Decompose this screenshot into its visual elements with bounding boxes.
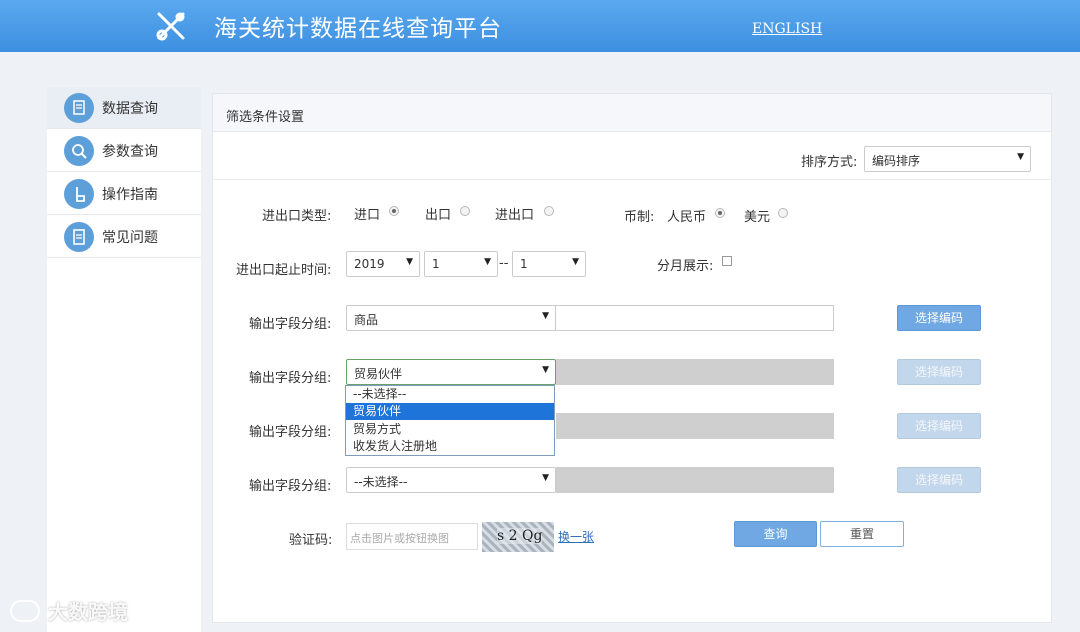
sidebar-item-label: 数据查询: [102, 101, 158, 117]
clipboard-icon: [64, 222, 94, 252]
dropdown-option-trade-mode[interactable]: 贸易方式: [346, 421, 554, 438]
end-month-value: 1: [520, 257, 528, 271]
dropdown-option-unselected[interactable]: --未选择--: [346, 386, 554, 403]
year-select-value: 2019: [354, 257, 385, 271]
output-group-3-code-field: [556, 413, 834, 439]
radio-rmb-label: 人民币: [667, 210, 707, 225]
sort-select[interactable]: 编码排序 ▼: [864, 146, 1031, 172]
query-button[interactable]: 查询: [734, 521, 817, 547]
radio-export-label: 出口: [425, 208, 452, 223]
year-select[interactable]: 2019 ▼: [346, 251, 420, 277]
chevron-down-icon: ▼: [542, 365, 549, 375]
sidebar-item-guide[interactable]: 操作指南: [47, 173, 201, 215]
chevron-down-icon: ▼: [542, 473, 549, 483]
sidebar-item-label: 参数查询: [102, 144, 158, 160]
output-group-2-label: 输出字段分组:: [249, 371, 332, 386]
select-code-button-1[interactable]: 选择编码: [897, 305, 981, 331]
radio-import-export-label: 进出口: [495, 208, 535, 223]
radio-usd-label: 美元: [744, 210, 771, 225]
output-group-2-select[interactable]: 贸易伙伴 ▼: [346, 359, 556, 385]
currency-label: 币制:: [624, 210, 655, 225]
captcha-refresh-link[interactable]: 换一张: [558, 528, 594, 545]
output-group-4-label: 输出字段分组:: [249, 479, 332, 494]
chevron-down-icon: ▼: [1017, 152, 1024, 162]
sidebar-item-faq[interactable]: 常见问题: [47, 216, 201, 258]
select-code-button-3[interactable]: 选择编码: [897, 413, 981, 439]
period-separator: --: [499, 256, 509, 271]
document-search-icon: [64, 93, 94, 123]
output-group-1-value: 商品: [354, 313, 379, 327]
sort-select-value: 编码排序: [872, 154, 921, 168]
panel-title: 筛选条件设置: [226, 110, 305, 125]
output-group-1-code-field[interactable]: [555, 305, 834, 331]
sidebar-item-label: 常见问题: [102, 230, 158, 246]
radio-import-export[interactable]: [544, 206, 554, 216]
chevron-down-icon: ▼: [484, 257, 491, 267]
radio-import[interactable]: [389, 206, 399, 216]
crossed-tools-logo-icon: [156, 12, 185, 41]
output-group-2-value: 贸易伙伴: [354, 367, 403, 381]
radio-usd[interactable]: [778, 208, 788, 218]
magnifier-icon: [64, 136, 94, 166]
watermark-text: 大数跨境: [48, 600, 128, 624]
captcha-label: 验证码:: [289, 533, 333, 548]
output-group-1-label: 输出字段分组:: [249, 317, 332, 332]
monthly-label: 分月展示:: [657, 259, 714, 274]
captcha-image[interactable]: s 2 Qg: [482, 522, 554, 552]
chevron-down-icon: ▼: [406, 257, 413, 267]
sidebar-item-label: 操作指南: [102, 187, 158, 203]
dropdown-option-consignee-location[interactable]: 收发货人注册地: [346, 438, 554, 455]
output-group-2-code-field: [556, 359, 834, 385]
captcha-image-text: s 2 Qg: [497, 528, 543, 544]
site-title: 海关统计数据在线查询平台: [214, 16, 502, 42]
output-group-4-select[interactable]: --未选择-- ▼: [346, 467, 556, 493]
output-group-3-label: 输出字段分组:: [249, 425, 332, 440]
sidebar-nav: 数据查询 参数查询 操作指南 常见问题: [47, 87, 201, 632]
radio-export[interactable]: [460, 206, 470, 216]
watermark-logo-icon: [10, 600, 40, 622]
select-code-button-2[interactable]: 选择编码: [897, 359, 981, 385]
select-code-button-4[interactable]: 选择编码: [897, 467, 981, 493]
panel-header: 筛选条件设置: [213, 94, 1051, 132]
filter-panel: 筛选条件设置: [212, 93, 1052, 623]
dropdown-option-trade-partner[interactable]: 贸易伙伴: [346, 403, 554, 420]
sidebar-item-data-query[interactable]: 数据查询: [47, 87, 201, 129]
monthly-checkbox[interactable]: [722, 256, 732, 266]
output-group-4-code-field: [556, 467, 834, 493]
period-label: 进出口起止时间:: [236, 263, 332, 278]
sidebar-item-param-query[interactable]: 参数查询: [47, 130, 201, 172]
radio-import-label: 进口: [354, 208, 381, 223]
output-group-1-select[interactable]: 商品 ▼: [346, 305, 556, 331]
start-month-select[interactable]: 1 ▼: [424, 251, 498, 277]
chevron-down-icon: ▼: [542, 311, 549, 321]
reset-button[interactable]: 重置: [820, 521, 904, 547]
hand-pointer-icon: [64, 179, 94, 209]
start-month-value: 1: [432, 257, 440, 271]
top-bar: 海关统计数据在线查询平台 ENGLISH: [0, 0, 1080, 52]
end-month-select[interactable]: 1 ▼: [512, 251, 586, 277]
output-group-2-dropdown: --未选择-- 贸易伙伴 贸易方式 收发货人注册地: [345, 385, 555, 456]
captcha-input[interactable]: 点击图片或按钮换图: [346, 523, 478, 550]
english-link[interactable]: ENGLISH: [752, 21, 822, 37]
output-group-4-value: --未选择--: [354, 475, 408, 489]
trade-type-label: 进出口类型:: [262, 209, 332, 224]
radio-rmb[interactable]: [715, 208, 725, 218]
chevron-down-icon: ▼: [572, 257, 579, 267]
sort-label: 排序方式:: [801, 155, 858, 170]
